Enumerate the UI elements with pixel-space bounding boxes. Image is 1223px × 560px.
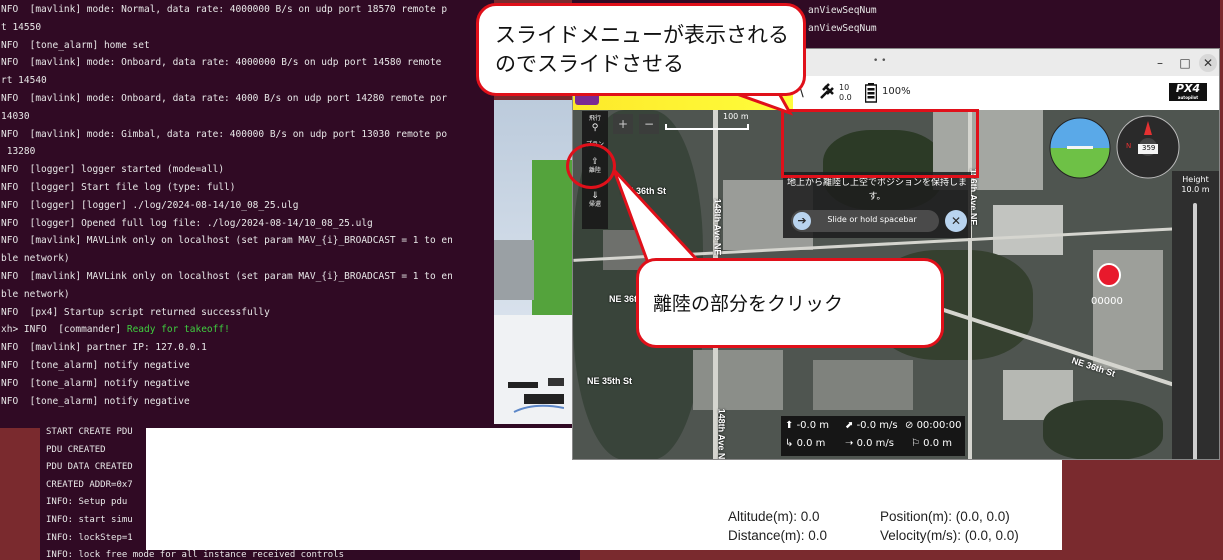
terminal-line: NFO [px4] Startup script returned succes…	[1, 306, 270, 318]
gray-building	[494, 240, 534, 300]
flight-time-value: 00:00:00	[916, 420, 962, 431]
distance-label: Distance(m): 0.0	[728, 528, 828, 543]
position-label: Position(m): (0.0, 0.0)	[880, 509, 1010, 524]
slide-panel-highlight	[781, 109, 979, 178]
map-scale-label: 100 m	[723, 112, 749, 121]
terminal-line: NFO [mavlink] mode: Gimbal, data rate: 4…	[1, 128, 448, 140]
callout-middle: 離陸の部分をクリック	[636, 258, 944, 348]
takeoff-highlight-ring	[566, 143, 616, 189]
slide-close-button[interactable]: ✕	[945, 210, 967, 232]
terminal-line: ble network)	[1, 253, 70, 265]
distance-value: 0.0 m	[796, 438, 826, 449]
terminal-line: NFO [mavlink] mode: Onboard, data rate: …	[1, 92, 448, 104]
terminal-line: NFO [mavlink] mode: Onboard, data rate: …	[1, 57, 442, 69]
gps-hdop: 0.0	[839, 93, 852, 102]
height-title: Height	[1182, 175, 1209, 184]
minimize-button[interactable]: –	[1151, 54, 1169, 72]
horizontal-speed-value: 0.0 m/s	[856, 438, 894, 449]
zoom-out-button[interactable]: −	[639, 114, 659, 134]
road-label: 148th Ave NE	[712, 198, 723, 256]
compass-north: N	[1126, 142, 1132, 150]
road-label: NE 35th St	[587, 376, 633, 386]
height-track[interactable]	[1193, 203, 1197, 459]
compass-heading: 359	[1142, 144, 1156, 152]
terminal-line: NFO [logger] [logger] ./log/2024-08-14/1…	[1, 199, 299, 211]
takeoff-slide-panel[interactable]: 地上から離陸し上空でポジションを保持します。 ➔ Slide or hold s…	[783, 172, 971, 238]
terminal-line: NFO [tone_alarm] notify negative	[1, 359, 190, 371]
simulator-view	[494, 100, 574, 450]
tool-return[interactable]: ⇓ 帰還	[582, 191, 608, 209]
altitude-label: Altitude(m): 0.0	[728, 509, 820, 524]
terminal-line: 14030	[1, 110, 30, 122]
terminal-line: NFO [logger] logger started (mode=all)	[1, 164, 225, 176]
height-value: 10.0 m	[1181, 185, 1210, 194]
terminal-line: rt 14540	[1, 75, 47, 87]
telemetry-panel: ⬆ -0.0 m ⬈ -0.0 m/s ⊘ 00:00:00 ↳ 0.0 m ➝…	[781, 416, 965, 456]
road-label: NE 36th St	[621, 186, 667, 196]
terminal-line: NFO [tone_alarm] home set	[1, 39, 150, 51]
tool-fly[interactable]: 飛行 ⚲	[582, 115, 608, 133]
terminal-line: NFO [mavlink] MAVLink only on localhost …	[1, 270, 453, 282]
takeoff-slider[interactable]: ➔ Slide or hold spacebar	[791, 210, 939, 232]
terminal-window[interactable]: NFO [mavlink] mode: Normal, data rate: 4…	[0, 0, 494, 428]
altitude-value: -0.0 m	[796, 420, 829, 431]
zoom-in-button[interactable]: +	[613, 114, 633, 134]
fly-icon: ⚲	[591, 123, 599, 133]
green-building	[532, 160, 574, 330]
terminal-line: anViewSeqNum	[808, 22, 877, 34]
return-icon: ⇓	[591, 191, 599, 201]
terminal-line: NFO [logger] Opened full log file: ./log…	[1, 217, 373, 229]
satellite-icon[interactable]	[819, 82, 837, 102]
terminal-line: xh> INFO [commander] Ready for takeoff!	[1, 324, 230, 336]
home-distance-value: 0.0 m	[923, 438, 952, 449]
road-label: 148th Ave NE	[716, 408, 727, 460]
terminal-line: NFO [mavlink] partner IP: 127.0.0.1	[1, 342, 207, 354]
px4-logo: PX4 autopilot	[1169, 83, 1207, 101]
terminal-line: ble network)	[1, 288, 70, 300]
map-scale-bar	[665, 124, 749, 130]
terminal-line: NFO [tone_alarm] notify negative	[1, 377, 190, 389]
terminal-line: NFO [mavlink] mode: Normal, data rate: 4…	[1, 4, 448, 15]
terminal-line: NFO [mavlink] MAVLink only on localhost …	[1, 235, 453, 247]
battery-percent: 100%	[882, 86, 911, 97]
terminal-line: anViewSeqNum	[808, 5, 877, 16]
takeoff-message: 地上から離陸し上空でポジションを保持します。	[787, 178, 968, 202]
slider-arrow-icon[interactable]: ➔	[793, 212, 811, 230]
vehicle-marker[interactable]	[1097, 263, 1121, 287]
terminal-line: NFO [logger] Start file log (type: full)	[1, 181, 236, 193]
slider-hint: Slide or hold spacebar	[827, 215, 917, 224]
maximize-button[interactable]: □	[1176, 54, 1194, 72]
velocity-label: Velocity(m/s): (0.0, 0.0)	[880, 528, 1019, 543]
height-slider-panel[interactable]: Height 10.0 m	[1172, 171, 1219, 459]
drone-model	[508, 378, 564, 413]
terminal-line: NFO [tone_alarm] notify negative	[1, 395, 190, 407]
gps-count: 10	[839, 83, 850, 92]
battery-icon[interactable]	[865, 83, 877, 103]
callout-top: スライドメニューが表示されるのでスライドさせる	[476, 3, 806, 96]
terminal-line: 13280	[1, 146, 36, 158]
ready-for-takeoff-text: Ready for takeoff!	[126, 324, 230, 336]
terminal-line: t 14550	[1, 21, 42, 33]
vehicle-label: 00000	[1091, 296, 1123, 307]
vertical-speed-value: -0.0 m/s	[856, 420, 898, 431]
close-button[interactable]: ✕	[1199, 54, 1217, 72]
attitude-indicator	[1049, 117, 1111, 179]
